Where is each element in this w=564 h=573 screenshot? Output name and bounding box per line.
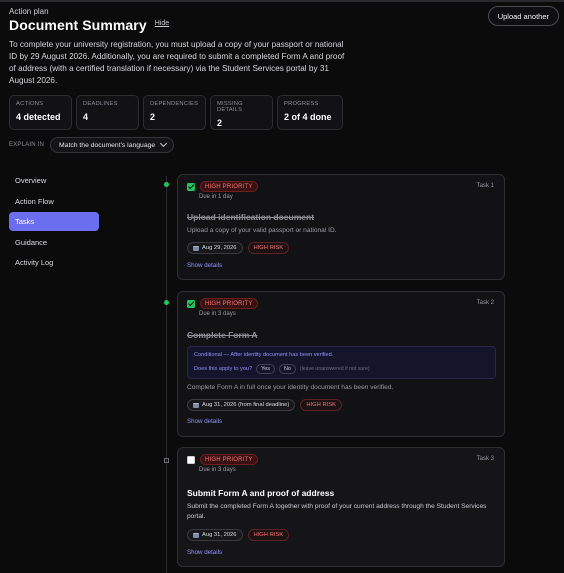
sidebar-nav: Overview Action Flow Tasks Guidance Acti… — [9, 171, 99, 274]
nav-item-action-flow[interactable]: Action Flow — [9, 192, 99, 211]
page-title: Document Summary — [9, 17, 147, 33]
date-chip-label: Aug 29, 2026 — [202, 245, 237, 251]
task-chips: Aug 31, 2026 (from final deadline) HIGH … — [187, 399, 342, 411]
task-header: HIGH PRIORITY — [187, 181, 258, 192]
task-description: Upload a copy of your valid passport or … — [187, 227, 337, 234]
stat-label: MISSING DETAILS — [217, 101, 243, 113]
stat-progress: PROGRESS 2 of 4 done — [277, 95, 343, 130]
task-number: Task 2 — [476, 300, 494, 306]
calendar-icon — [193, 532, 199, 538]
stat-deadlines: DEADLINES 4 — [76, 95, 139, 130]
date-chip: Aug 31, 2026 (from final deadline) — [187, 399, 296, 411]
task-card: HIGH PRIORITY Due in 1 day Task 1 Upload… — [177, 174, 505, 280]
date-chip-label: Aug 31, 2026 (from final deadline) — [202, 402, 290, 408]
stat-value: 2 of 4 done — [284, 112, 332, 122]
timeline-done-dot — [164, 182, 169, 187]
calendar-icon — [193, 245, 199, 251]
top-border — [0, 0, 564, 2]
stats-row: ACTIONS 4 detected DEADLINES 4 DEPENDENC… — [9, 95, 343, 130]
task-header: HIGH PRIORITY — [187, 298, 258, 309]
task-due: Due in 3 days — [199, 467, 236, 473]
yes-button[interactable]: Yes — [256, 364, 275, 374]
chevron-down-icon — [160, 139, 168, 148]
task-card: HIGH PRIORITY Due in 3 days Task 3 Submi… — [177, 447, 505, 567]
priority-badge: HIGH PRIORITY — [200, 454, 258, 465]
task-header: HIGH PRIORITY — [187, 454, 258, 465]
task-checkbox[interactable] — [187, 182, 195, 191]
applies-question-row: Does this apply to you? Yes No (leave un… — [194, 364, 370, 374]
task-description: Submit the completed Form A together wit… — [187, 503, 487, 520]
explain-in-row: EXPLAIN IN Match the document's language — [9, 137, 175, 153]
stat-dependencies: DEPENDENCIES 2 — [143, 95, 206, 130]
stat-label: ACTIONS — [16, 101, 44, 107]
task-number: Task 3 — [476, 456, 494, 462]
priority-badge: HIGH PRIORITY — [200, 181, 258, 192]
conditional-text: Conditional — After identity document ha… — [194, 352, 334, 358]
stat-label: PROGRESS — [284, 101, 319, 107]
language-select[interactable]: Match the document's language — [50, 137, 175, 153]
task-description: Complete Form A in full once your identi… — [187, 384, 394, 391]
page-eyebrow: Action plan — [9, 7, 49, 16]
task-due: Due in 3 days — [199, 311, 236, 317]
applies-question: Does this apply to you? — [194, 366, 253, 372]
show-details-link[interactable]: Show details — [187, 418, 222, 425]
timeline-line — [166, 176, 167, 573]
calendar-icon — [193, 402, 199, 408]
stat-value: 2 — [217, 118, 223, 128]
timeline-pending-marker — [164, 458, 169, 463]
task-chips: Aug 29, 2026 HIGH RISK — [187, 242, 290, 254]
task-title: Upload identification document — [187, 212, 315, 222]
risk-badge: HIGH RISK — [247, 242, 290, 254]
explain-in-label: EXPLAIN IN — [9, 142, 45, 148]
stat-value: 2 — [150, 112, 156, 122]
title-row: Document Summary Hide — [9, 17, 169, 33]
task-checkbox[interactable] — [187, 455, 195, 464]
no-button[interactable]: No — [278, 364, 296, 374]
risk-badge: HIGH RISK — [300, 399, 342, 411]
task-chips: Aug 31, 2026 HIGH RISK — [187, 529, 290, 541]
show-details-link[interactable]: Show details — [187, 262, 222, 269]
date-chip-label: Aug 31, 2026 — [202, 532, 237, 538]
task-title: Submit Form A and proof of address — [187, 488, 335, 498]
summary-text: To complete your university registration… — [9, 40, 345, 85]
nav-item-overview[interactable]: Overview — [9, 171, 99, 190]
date-chip: Aug 29, 2026 — [187, 242, 243, 254]
task-number: Task 1 — [476, 183, 494, 189]
unsure-note: (leave unanswered if not sure) — [299, 366, 370, 372]
nav-item-tasks[interactable]: Tasks — [9, 212, 99, 231]
timeline-done-dot — [164, 300, 169, 305]
stat-label: DEPENDENCIES — [150, 101, 199, 107]
risk-badge: HIGH RISK — [247, 529, 290, 541]
date-chip: Aug 31, 2026 — [187, 529, 243, 541]
stat-value: 4 — [83, 112, 89, 122]
stat-label: DEADLINES — [83, 101, 118, 107]
nav-item-guidance[interactable]: Guidance — [9, 233, 99, 252]
nav-item-activity-log[interactable]: Activity Log — [9, 253, 99, 272]
stat-actions: ACTIONS 4 detected — [9, 95, 72, 130]
stat-missing-details: MISSING DETAILS 2 — [210, 95, 273, 130]
language-select-value: Match the document's language — [59, 141, 156, 149]
priority-badge: HIGH PRIORITY — [200, 298, 258, 309]
conditional-box: Conditional — After identity document ha… — [187, 346, 496, 379]
task-checkbox[interactable] — [187, 299, 195, 308]
task-due: Due in 1 day — [199, 194, 233, 200]
task-title: Complete Form A — [187, 330, 258, 340]
upload-another-button[interactable]: Upload another — [487, 6, 559, 26]
show-details-link[interactable]: Show details — [187, 549, 222, 556]
hide-summary-link[interactable]: Hide — [155, 20, 169, 27]
task-card: HIGH PRIORITY Due in 3 days Task 2 Compl… — [177, 291, 505, 437]
stat-value: 4 detected — [16, 112, 61, 122]
